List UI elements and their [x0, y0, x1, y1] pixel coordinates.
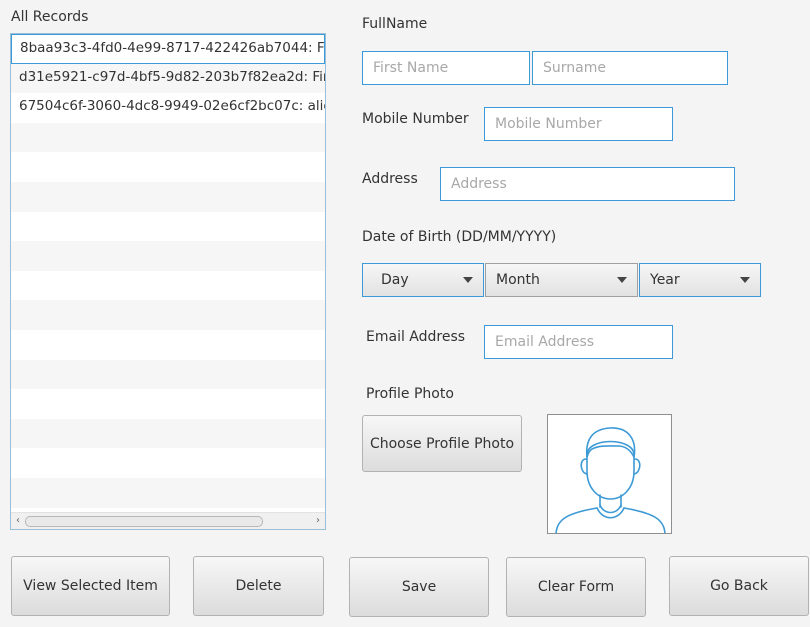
surname-input[interactable]: [532, 51, 728, 85]
list-item[interactable]: [11, 418, 325, 449]
day-select-value: Day: [381, 272, 409, 288]
photo-label: Profile Photo: [366, 386, 454, 402]
email-input[interactable]: [484, 325, 673, 359]
mobile-input[interactable]: [484, 107, 673, 141]
list-item[interactable]: [11, 181, 325, 212]
address-input[interactable]: [440, 167, 735, 201]
list-item[interactable]: [11, 270, 325, 301]
go-back-button[interactable]: Go Back: [669, 556, 809, 616]
delete-button[interactable]: Delete: [193, 556, 324, 616]
horizontal-scrollbar[interactable]: ‹ ›: [11, 512, 325, 529]
list-item[interactable]: 67504c6f-3060-4dc8-9949-02e6cf2bc07c: al…: [11, 93, 325, 123]
list-item[interactable]: [11, 152, 325, 182]
list-item[interactable]: [11, 241, 325, 271]
chevron-down-icon: [463, 277, 473, 283]
year-select-value: Year: [650, 272, 680, 288]
view-selected-button[interactable]: View Selected Item: [11, 556, 170, 616]
list-item[interactable]: 8baa93c3-4fd0-4e99-8717-422426ab7044: Fi…: [11, 34, 325, 64]
chevron-right-icon[interactable]: ›: [311, 513, 325, 529]
chevron-down-icon: [617, 277, 627, 283]
day-select[interactable]: Day: [362, 263, 484, 297]
records-rows: 8baa93c3-4fd0-4e99-8717-422426ab7044: Fi…: [11, 34, 325, 508]
list-item[interactable]: [11, 477, 325, 508]
list-item[interactable]: [11, 122, 325, 153]
address-label: Address: [362, 171, 418, 187]
list-item[interactable]: [11, 300, 325, 330]
year-select[interactable]: Year: [639, 263, 761, 297]
first-name-input[interactable]: [362, 51, 530, 85]
records-title: All Records: [11, 9, 89, 25]
chevron-down-icon: [740, 277, 750, 283]
scrollbar-thumb[interactable]: [25, 516, 263, 527]
clear-form-button[interactable]: Clear Form: [506, 557, 646, 617]
list-item[interactable]: [11, 329, 325, 360]
list-item[interactable]: [11, 448, 325, 478]
profile-photo: [547, 414, 672, 534]
save-button[interactable]: Save: [349, 557, 489, 617]
month-select-value: Month: [496, 272, 540, 288]
mobile-label: Mobile Number: [362, 111, 469, 127]
records-list[interactable]: 8baa93c3-4fd0-4e99-8717-422426ab7044: Fi…: [10, 33, 326, 530]
user-avatar-icon: [555, 427, 666, 533]
dob-label: Date of Birth (DD/MM/YYYY): [362, 229, 557, 245]
choose-photo-button[interactable]: Choose Profile Photo: [362, 415, 522, 472]
list-item[interactable]: d31e5921-c97d-4bf5-9d82-203b7f82ea2d: Fi…: [11, 63, 325, 94]
list-item[interactable]: [11, 389, 325, 419]
email-label: Email Address: [366, 329, 466, 345]
chevron-left-icon[interactable]: ‹: [11, 513, 25, 529]
list-item[interactable]: [11, 211, 325, 242]
list-item[interactable]: [11, 359, 325, 390]
month-select[interactable]: Month: [485, 263, 638, 297]
fullname-label: FullName: [362, 16, 428, 32]
